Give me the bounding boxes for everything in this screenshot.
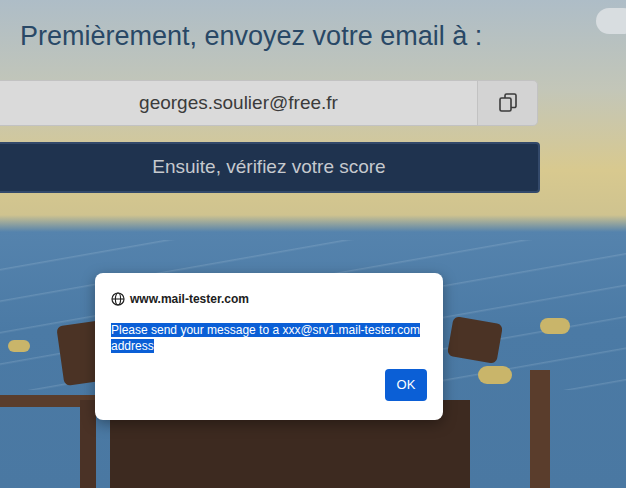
email-row: georges.soulier@free.fr [0,80,538,126]
alert-dialog: www.mail-tester.com Please send your mes… [95,273,443,420]
email-field[interactable]: georges.soulier@free.fr [0,80,478,126]
dialog-buttons: OK [111,369,427,401]
fish [478,366,512,384]
globe-icon [111,292,125,306]
email-address[interactable]: georges.soulier@free.fr [139,89,338,118]
copy-icon [497,92,519,114]
page: Premièrement, envoyez votre email à : ge… [0,0,626,488]
check-score-button[interactable]: Ensuite, vérifiez votre score [0,142,540,193]
fish [8,340,30,352]
content: Premièrement, envoyez votre email à : ge… [0,0,626,193]
dialog-origin: www.mail-tester.com [130,290,249,308]
cloud [596,8,626,34]
heading: Premièrement, envoyez votre email à : [0,18,626,54]
ok-button[interactable]: OK [385,369,427,401]
check-score-label: Ensuite, vérifiez votre score [152,153,385,182]
message-text[interactable]: Please send your message to a xxx@srv1.m… [111,323,420,353]
dialog-header: www.mail-tester.com [111,290,427,308]
copy-button[interactable] [478,80,538,126]
fish [540,318,570,334]
dialog-message: Please send your message to a xxx@srv1.m… [111,322,423,354]
